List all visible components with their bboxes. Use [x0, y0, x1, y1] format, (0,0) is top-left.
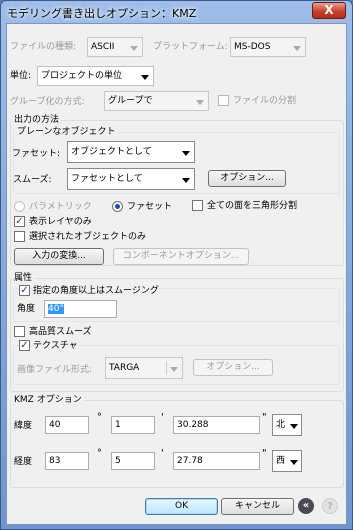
parametric-label: パラメトリック	[29, 202, 92, 212]
title-bar[interactable]: モデリング書き出しオプション：KMZ X	[1, 1, 352, 23]
close-button[interactable]: X	[312, 2, 346, 19]
latitude-direction-select[interactable]: 北	[272, 414, 302, 436]
hq-smooth-checkbox[interactable]	[14, 326, 25, 337]
chevron-down-icon	[182, 178, 190, 183]
image-format-label: 画像ファイル形式:	[17, 365, 93, 375]
smooth-label: スムーズ:	[13, 175, 52, 185]
second-symbol: "	[262, 448, 267, 459]
degree-symbol: °	[97, 412, 102, 423]
angle-label: 角度	[17, 304, 36, 314]
texture-checkbox[interactable]: ✓	[19, 340, 30, 351]
latitude-label: 緯度	[14, 421, 33, 431]
image-format-value: TARGA	[109, 363, 140, 373]
chevron-down-icon	[290, 424, 298, 429]
latitude-degrees-input[interactable]: 40	[45, 416, 89, 434]
hq-smooth-label: 高品質スムーズ	[29, 327, 92, 337]
back-icon[interactable]: «	[298, 498, 314, 514]
group-method-value: グループで	[108, 96, 153, 106]
latitude-minutes-input[interactable]: 1	[111, 416, 155, 434]
plain-objects-title: プレーンなオブジェクト	[15, 126, 118, 138]
angle-input[interactable]: 40°	[44, 300, 117, 318]
smoothing-label: 指定の角度以上はスムージング	[33, 285, 159, 297]
facet-select[interactable]: オブジェクトとして	[67, 141, 195, 163]
chevron-down-icon	[170, 367, 178, 372]
unit-select[interactable]: プロジェクトの単位	[37, 66, 154, 86]
cancel-button[interactable]: キャンセル	[221, 498, 294, 515]
file-type-value: ASCII	[91, 42, 115, 52]
export-options-window: モデリング書き出しオプション：KMZ X ファイルの種類: ASCII プラット…	[0, 0, 353, 530]
input-convert-button[interactable]: 入力の変換...	[14, 248, 104, 265]
facet-value: オブジェクトとして	[71, 147, 152, 157]
longitude-direction-value: 西	[276, 456, 286, 466]
degree-symbol: °	[97, 448, 102, 459]
show-layers-label: 表示レイヤのみ	[29, 217, 92, 227]
smooth-select[interactable]: ファセットとして	[67, 168, 195, 190]
chevron-down-icon	[196, 100, 204, 105]
longitude-minutes-value: 5	[115, 456, 121, 466]
parametric-radio[interactable]	[14, 201, 25, 212]
triangulate-label: 全ての面を三角形分割	[207, 201, 298, 211]
longitude-direction-select[interactable]: 西	[272, 450, 302, 472]
dialog-body: ファイルの種類: ASCII プラットフォーム: MS-DOS 単位: プロジェ…	[6, 23, 347, 525]
facet-label: ファセット:	[12, 149, 61, 159]
options-button[interactable]: オプション...	[208, 170, 286, 187]
attributes-title: 属性	[12, 272, 35, 284]
longitude-minutes-input[interactable]: 5	[111, 452, 155, 470]
combo-separator	[166, 361, 167, 375]
triangulate-checkbox[interactable]	[192, 200, 203, 211]
output-method-title: 出力の方法	[12, 114, 62, 126]
angle-value: 40°	[48, 304, 64, 314]
group-method-label: グループ化の方式:	[10, 97, 85, 107]
chevron-down-icon	[141, 75, 149, 80]
smooth-value: ファセットとして	[71, 174, 143, 184]
longitude-seconds-value: 27.78	[177, 456, 203, 466]
split-files-checkbox[interactable]	[218, 95, 229, 106]
selected-only-checkbox[interactable]	[14, 231, 25, 242]
texture-label: テクスチャ	[33, 340, 78, 352]
latitude-seconds-input[interactable]: 30.288	[173, 416, 260, 434]
longitude-label: 経度	[14, 457, 33, 467]
group-method-select[interactable]: グループで	[104, 91, 209, 111]
unit-value: プロジェクトの単位	[41, 71, 123, 81]
file-type-label: ファイルの種類:	[10, 42, 77, 52]
platform-value: MS-DOS	[234, 42, 271, 52]
split-files-label: ファイルの分割	[233, 96, 297, 106]
longitude-degrees-input[interactable]: 83	[45, 452, 89, 470]
image-format-select[interactable]: TARGA	[105, 357, 183, 379]
platform-label: プラットフォーム:	[153, 42, 228, 52]
minute-symbol: '	[161, 412, 164, 423]
longitude-seconds-input[interactable]: 27.78	[173, 452, 260, 470]
second-symbol: "	[262, 412, 267, 423]
smoothing-checkbox[interactable]: ✓	[19, 285, 30, 296]
latitude-minutes-value: 1	[115, 420, 121, 430]
chevron-down-icon	[182, 151, 190, 156]
kmz-options-title: KMZ オプション	[12, 394, 84, 406]
window-title: モデリング書き出しオプション：KMZ	[7, 7, 197, 20]
chevron-down-icon	[290, 460, 298, 465]
minute-symbol: '	[161, 448, 164, 459]
chevron-down-icon	[130, 46, 138, 51]
ok-button[interactable]: OK	[145, 498, 218, 515]
latitude-degrees-value: 40	[49, 420, 61, 430]
show-layers-checkbox[interactable]: ✓	[14, 216, 25, 227]
component-options-button[interactable]: コンポーネントオプション...	[113, 248, 249, 265]
help-icon[interactable]: ?	[322, 498, 338, 514]
facet-radio-label: ファセット	[127, 202, 173, 212]
chevron-down-icon	[293, 46, 301, 51]
latitude-direction-value: 北	[276, 420, 286, 430]
unit-label: 単位:	[10, 71, 32, 81]
latitude-seconds-value: 30.288	[177, 420, 209, 430]
platform-select[interactable]: MS-DOS	[230, 37, 306, 57]
file-type-select[interactable]: ASCII	[87, 37, 143, 57]
facet-radio[interactable]	[112, 201, 123, 212]
image-options-button[interactable]: オプション...	[193, 359, 273, 376]
longitude-degrees-value: 83	[49, 456, 61, 466]
selected-only-label: 選択されたオブジェクトのみ	[29, 232, 147, 242]
